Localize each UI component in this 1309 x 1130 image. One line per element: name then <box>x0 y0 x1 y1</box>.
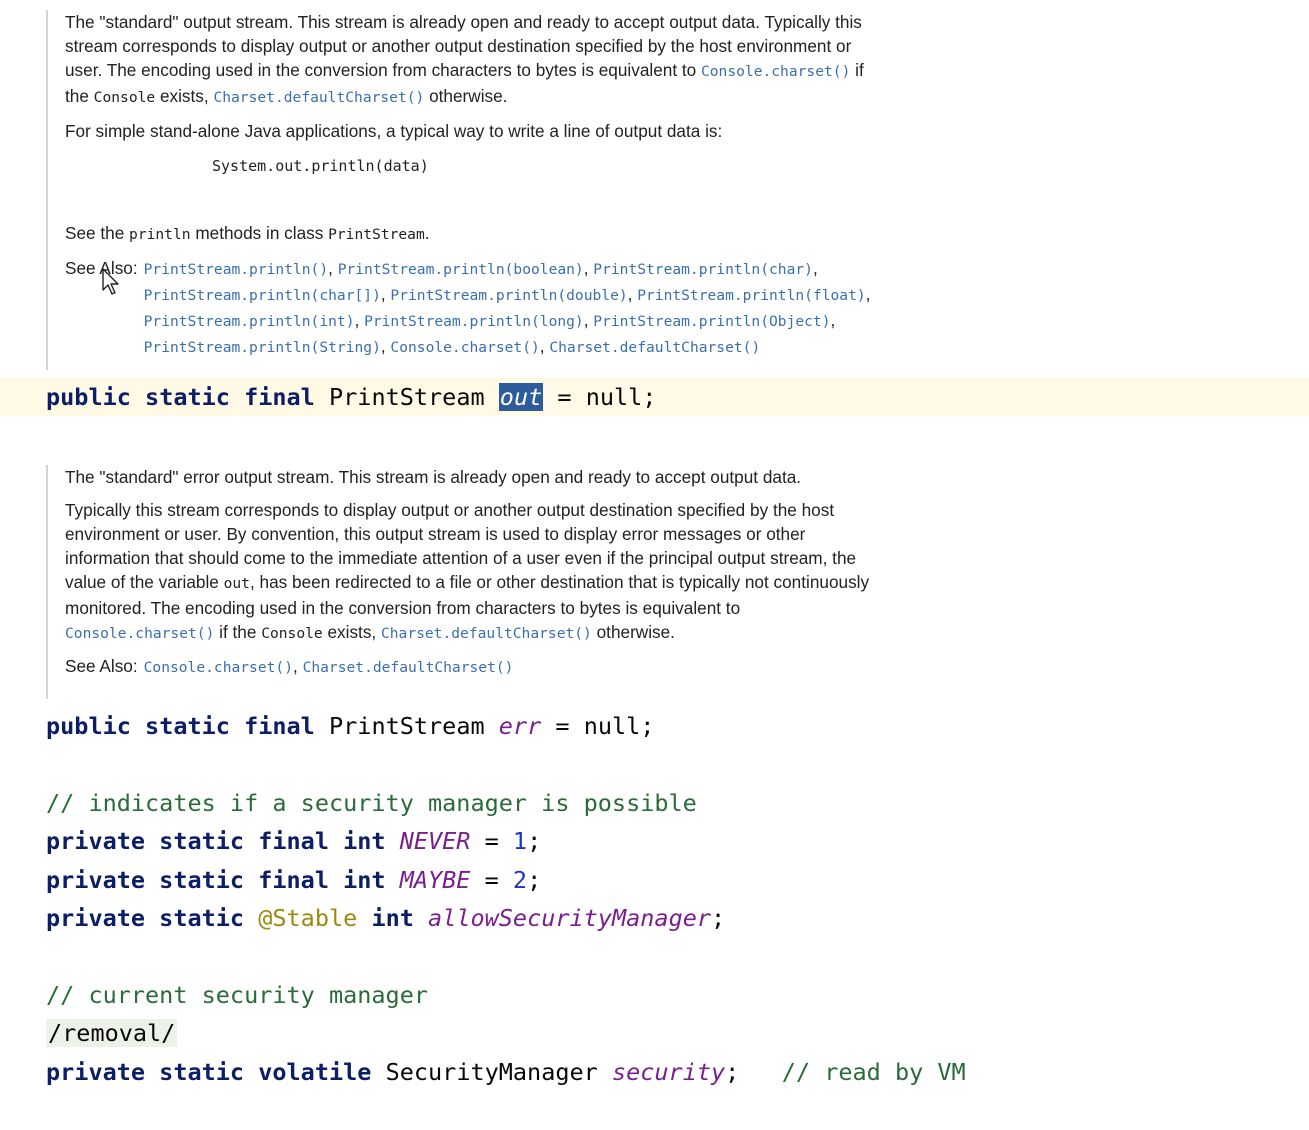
out-doc-usage: For simple stand-alone Java applications… <box>65 121 723 141</box>
see-also-link[interactable]: PrintStream.println(Object) <box>593 313 830 330</box>
see-also-link[interactable]: PrintStream.println(char) <box>593 261 813 278</box>
keyword: private static final int <box>46 827 386 855</box>
keyword: int <box>371 904 414 932</box>
doc-text: otherwise. <box>424 86 508 106</box>
doc-inline-code: PrintStream <box>328 226 425 243</box>
doc-link-console-charset[interactable]: Console.charset() <box>65 625 214 642</box>
see-also-link[interactable]: PrintStream.println(double) <box>390 287 627 304</box>
keyword: final <box>244 712 315 740</box>
code-semicolon: ; <box>725 1058 740 1086</box>
see-also-link[interactable]: PrintStream.println(char[]) <box>144 287 381 304</box>
field-name[interactable]: security <box>612 1058 725 1086</box>
out-doc-description: The "standard" output stream. This strea… <box>65 10 880 110</box>
see-also-link[interactable]: Console.charset() <box>144 659 293 676</box>
doc-text: otherwise. <box>591 622 675 642</box>
code-operator: = <box>470 827 513 855</box>
selected-field-name[interactable]: out <box>498 383 544 411</box>
see-also-links: Console.charset(), Charset.defaultCharse… <box>143 656 514 676</box>
see-also-link[interactable]: PrintStream.println(long) <box>364 313 584 330</box>
removal-tag-line: /removal/ <box>46 1014 178 1052</box>
see-also-label: See Also: <box>65 656 138 676</box>
type-name[interactable]: PrintStream <box>329 712 485 740</box>
doc-link-console-charset[interactable]: Console.charset() <box>701 63 850 80</box>
code-rest: = null; <box>541 712 655 740</box>
keyword: static <box>145 383 230 411</box>
code-comment: // indicates if a security manager is po… <box>46 789 697 817</box>
doc-text: exists, <box>155 86 214 106</box>
see-also-link[interactable]: Charset.defaultCharset() <box>303 659 514 676</box>
keyword: private static volatile <box>46 1058 372 1086</box>
keyword: public <box>46 712 131 740</box>
doc-text: See the <box>65 223 130 243</box>
keyword: private static final int <box>46 866 386 894</box>
err-declaration[interactable]: public static final PrintStream err = nu… <box>46 707 654 745</box>
err-doc-summary: The "standard" error output stream. This… <box>65 467 802 487</box>
allow-security-manager-declaration[interactable]: private static @Stable int allowSecurity… <box>46 899 725 937</box>
doc-inline-code: Console <box>93 89 156 106</box>
doc-link-default-charset[interactable]: Charset.defaultCharset() <box>381 625 592 642</box>
see-also-link[interactable]: PrintStream.println(float) <box>637 287 865 304</box>
never-declaration[interactable]: private static final int NEVER = 1; <box>46 822 541 860</box>
doc-inline-code: Console <box>261 625 323 642</box>
maybe-declaration[interactable]: private static final int MAYBE = 2; <box>46 861 541 899</box>
removal-tag[interactable]: /removal/ <box>46 1019 178 1047</box>
see-also-link[interactable]: PrintStream.println(int) <box>144 313 355 330</box>
code-semicolon: ; <box>527 827 542 855</box>
keyword: public <box>46 383 131 411</box>
err-javadoc: The "standard" error output stream. This… <box>46 465 888 699</box>
see-also-link[interactable]: PrintStream.println(String) <box>144 339 381 356</box>
number-literal: 1 <box>512 827 528 855</box>
number-literal: 2 <box>512 866 528 894</box>
doc-text: methods in class <box>190 223 329 243</box>
code-comment: // current security manager <box>46 981 429 1009</box>
doc-text: if the <box>214 622 262 642</box>
code-comment: // read by VM <box>781 1058 966 1086</box>
annotation[interactable]: @Stable <box>258 904 357 932</box>
out-declaration[interactable]: public static final PrintStream out = nu… <box>46 378 656 416</box>
code-operator: = <box>470 866 513 894</box>
code-semicolon: ; <box>527 866 542 894</box>
doc-text: . <box>424 223 430 243</box>
out-doc-println-note: See the println methods in class PrintSt… <box>65 221 888 247</box>
see-also-links: PrintStream.println(), PrintStream.print… <box>143 258 871 356</box>
arrow-pointer-icon <box>102 268 119 295</box>
keyword: static <box>145 712 230 740</box>
out-doc-example: System.out.println(data) <box>212 157 429 175</box>
field-name[interactable]: MAYBE <box>400 866 471 894</box>
field-name[interactable]: err <box>499 712 541 740</box>
see-also-link[interactable]: Console.charset() <box>390 339 539 356</box>
field-name[interactable]: allowSecurityManager <box>428 904 711 932</box>
security-declaration[interactable]: private static volatile SecurityManager … <box>46 1053 966 1091</box>
field-name[interactable]: NEVER <box>400 827 471 855</box>
err-doc-see-also: See Also: Console.charset(), Charset.def… <box>65 654 888 680</box>
type-name[interactable]: PrintStream <box>329 383 485 411</box>
see-also-link[interactable]: PrintStream.println(boolean) <box>338 261 584 278</box>
doc-text: exists, <box>322 622 381 642</box>
doc-link-default-charset[interactable]: Charset.defaultCharset() <box>213 89 424 106</box>
err-doc-description: Typically this stream corresponds to dis… <box>65 498 880 646</box>
type-name[interactable]: SecurityManager <box>386 1058 598 1086</box>
see-also-link[interactable]: PrintStream.println() <box>144 261 329 278</box>
code-semicolon: ; <box>711 904 726 932</box>
keyword: private static <box>46 904 245 932</box>
keyword: final <box>244 383 315 411</box>
out-doc-see-also: See Also: PrintStream.println(), PrintSt… <box>65 256 888 360</box>
see-also-link[interactable]: Charset.defaultCharset() <box>549 339 760 356</box>
out-javadoc: The "standard" output stream. This strea… <box>46 10 888 370</box>
code-rest: = null; <box>543 383 657 411</box>
doc-inline-code: out <box>223 575 250 592</box>
doc-inline-code: println <box>129 226 191 243</box>
